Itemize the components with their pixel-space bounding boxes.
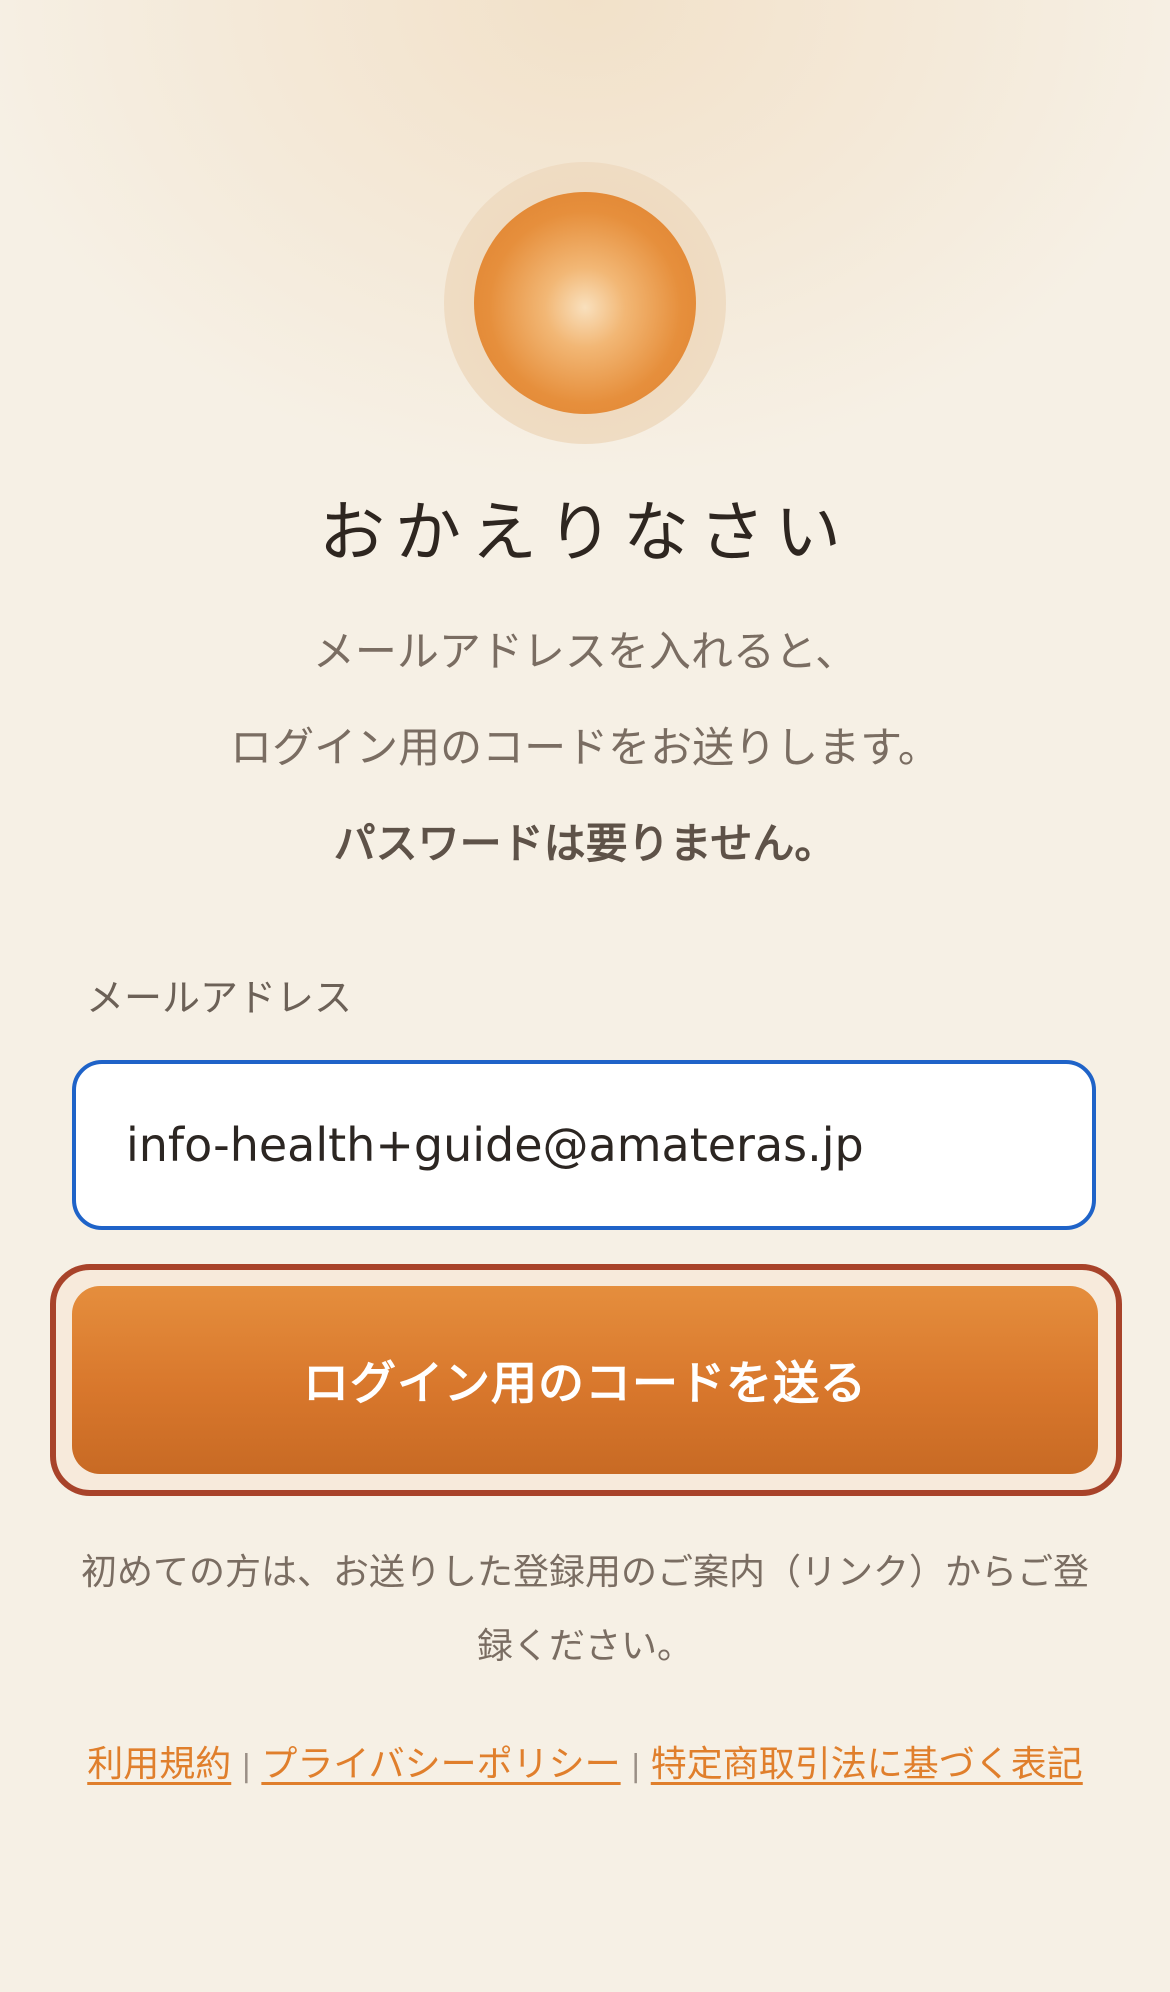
- sun-icon: [474, 192, 696, 414]
- email-label: メールアドレス: [86, 976, 353, 1020]
- send-login-code-button[interactable]: ログイン用のコードを送る: [72, 1286, 1098, 1474]
- subtitle-line-1: メールアドレスを入れると、: [312, 627, 858, 676]
- subtitle-line-3: パスワードは要りません。: [333, 819, 837, 868]
- email-field[interactable]: [126, 1118, 1066, 1172]
- terms-link[interactable]: 利用規約: [87, 1744, 231, 1785]
- footer-separator: |: [241, 1749, 252, 1784]
- subtitle-line-2: ログイン用のコードをお送りします。: [230, 723, 940, 772]
- privacy-policy-link[interactable]: プライバシーポリシー: [261, 1744, 620, 1785]
- page-title: おかえりなさい: [319, 494, 851, 571]
- email-field-container[interactable]: [72, 1060, 1096, 1230]
- first-time-note-line-2: 録ください。: [476, 1626, 693, 1667]
- commerce-law-link[interactable]: 特定商取引法に基づく表記: [651, 1744, 1083, 1785]
- footer-links: 利用規約 | プライバシーポリシー | 特定商取引法に基づく表記: [0, 1740, 1170, 1792]
- footer-separator: |: [630, 1749, 641, 1784]
- first-time-note-line-1: 初めての方は、お送りした登録用のご案内（リンク）からご登: [80, 1552, 1089, 1593]
